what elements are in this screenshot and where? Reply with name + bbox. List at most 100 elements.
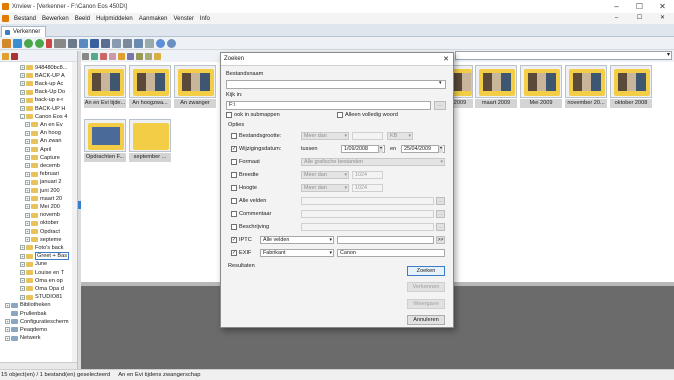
convert-icon[interactable] xyxy=(123,38,132,48)
description-input[interactable] xyxy=(301,223,434,231)
results-list[interactable] xyxy=(227,271,404,325)
expand-icon[interactable]: + xyxy=(25,130,30,136)
look-in-field[interactable]: F:\ xyxy=(226,101,431,110)
width-checkbox[interactable] xyxy=(231,172,237,178)
all-fields-input[interactable] xyxy=(301,197,434,205)
dialog-close-icon[interactable]: ✕ xyxy=(443,53,449,66)
thumbnail-item[interactable]: Mei 2009 xyxy=(520,65,562,109)
expand-icon[interactable]: + xyxy=(5,319,10,325)
calendar-dropdown-icon[interactable]: ▾ xyxy=(438,145,443,153)
iptc-field-select[interactable]: Alle velden ▾ xyxy=(260,236,334,244)
mdi-close-button[interactable]: ✕ xyxy=(651,13,674,24)
expand-icon[interactable]: + xyxy=(25,138,30,144)
new-folder-icon[interactable] xyxy=(118,53,125,60)
expand-icon[interactable]: + xyxy=(20,261,25,267)
thumbnail-item[interactable]: An en Evi tijde... xyxy=(84,65,126,109)
delete-icon[interactable] xyxy=(100,53,107,60)
iptc-more-button[interactable]: >> xyxy=(436,236,445,244)
print-icon[interactable] xyxy=(68,38,77,48)
format-checkbox[interactable] xyxy=(231,159,237,165)
filesize-unit-select[interactable]: KB ▾ xyxy=(387,132,413,140)
iptc-value-input[interactable] xyxy=(337,236,434,244)
open-icon[interactable] xyxy=(2,38,11,48)
menu-bewerken[interactable]: Bewerken xyxy=(39,16,72,22)
width-operator-select[interactable]: Meer dan ▾ xyxy=(301,171,349,179)
expand-icon[interactable]: + xyxy=(20,270,25,275)
tree-close-icon[interactable] xyxy=(11,52,18,60)
menu-bestand[interactable]: Bestand xyxy=(11,16,39,22)
expand-icon[interactable]: + xyxy=(20,81,25,87)
refresh-icon[interactable] xyxy=(91,53,98,60)
close-button[interactable]: ✕ xyxy=(651,0,674,13)
format-select[interactable]: Alle grafische bestanden ▾ xyxy=(301,158,445,166)
view-button[interactable]: Weergave xyxy=(407,299,445,309)
expand-icon[interactable]: + xyxy=(20,89,25,95)
back-icon[interactable] xyxy=(24,38,33,48)
filesize-checkbox[interactable] xyxy=(231,133,237,139)
slideshow-icon[interactable] xyxy=(101,38,110,48)
expand-icon[interactable]: + xyxy=(20,253,25,259)
subfolders-checkbox[interactable] xyxy=(226,112,232,118)
about-icon[interactable] xyxy=(167,38,176,48)
filesize-value-input[interactable] xyxy=(352,132,383,140)
comment-checkbox[interactable] xyxy=(231,211,237,217)
thumbnail-item[interactable]: An hoogzwa... xyxy=(129,65,171,109)
height-checkbox[interactable] xyxy=(231,185,237,191)
menu-hulpmiddelen[interactable]: Hulpmiddelen xyxy=(93,16,136,22)
save-icon[interactable] xyxy=(90,38,99,48)
exif-checkbox[interactable]: ✓ xyxy=(231,250,237,256)
star-icon[interactable] xyxy=(154,53,161,60)
sort-icon[interactable] xyxy=(145,53,152,60)
browse-button[interactable]: ... xyxy=(434,101,446,110)
expand-icon[interactable]: + xyxy=(20,278,25,284)
tree-horizontal-scrollbar[interactable] xyxy=(0,362,77,369)
thumbnail-item[interactable]: maart 2009 xyxy=(475,65,517,109)
expand-icon[interactable]: + xyxy=(20,73,25,79)
tree-item[interactable]: + Netwerk xyxy=(5,334,41,343)
expand-icon[interactable]: + xyxy=(20,65,25,70)
filename-combobox[interactable] xyxy=(226,80,446,89)
expand-icon[interactable]: + xyxy=(20,97,25,103)
expand-icon[interactable]: + xyxy=(5,335,10,341)
filename-dropdown-icon[interactable]: ▾ xyxy=(439,80,442,86)
view-mode-icon[interactable] xyxy=(54,38,66,48)
filter-icon[interactable] xyxy=(136,53,143,60)
forward-icon[interactable] xyxy=(35,38,44,48)
expand-icon[interactable]: + xyxy=(25,171,30,177)
all-fields-checkbox[interactable] xyxy=(231,198,237,204)
comment-input[interactable] xyxy=(301,210,434,218)
expand-icon[interactable]: + xyxy=(25,163,30,169)
exif-value-input[interactable]: Canon xyxy=(337,249,445,257)
browser-toggle-icon[interactable] xyxy=(13,38,22,48)
up-icon[interactable] xyxy=(82,53,89,60)
search-button[interactable]: Zoeken xyxy=(407,266,445,276)
cancel-button[interactable]: Annuleren xyxy=(407,315,445,325)
expand-icon[interactable]: + xyxy=(25,122,30,128)
thumbnail-item[interactable]: november 20... xyxy=(565,65,607,109)
tree-vertical-scrollbar[interactable] xyxy=(72,62,77,362)
collapse-icon[interactable]: - xyxy=(20,114,25,120)
mdi-restore-button[interactable]: ☐ xyxy=(628,13,651,24)
calendar-dropdown-icon[interactable]: ▾ xyxy=(378,145,383,153)
address-combobox[interactable]: ▾ xyxy=(455,51,672,60)
tab-verkenner[interactable]: Verkenner xyxy=(1,26,47,37)
description-checkbox[interactable] xyxy=(231,224,237,230)
move-icon[interactable] xyxy=(109,53,116,60)
menu-info[interactable]: Info xyxy=(197,16,213,22)
capture-icon[interactable] xyxy=(112,38,121,48)
expand-icon[interactable]: + xyxy=(25,196,30,202)
menu-aanmaken[interactable]: Aanmaken xyxy=(136,16,171,22)
chevron-down-icon[interactable]: ▾ xyxy=(667,51,670,58)
expand-icon[interactable]: + xyxy=(25,204,30,210)
scan-icon[interactable] xyxy=(79,38,88,48)
modified-date-checkbox[interactable]: ✓ xyxy=(231,146,237,152)
maximize-button[interactable]: ☐ xyxy=(628,0,651,13)
expand-icon[interactable]: + xyxy=(25,179,30,185)
minimize-button[interactable]: – xyxy=(605,0,628,13)
thumbnail-view-icon[interactable] xyxy=(127,53,134,60)
batch-icon[interactable] xyxy=(134,38,143,48)
filesize-operator-select[interactable]: Meer dan ▾ xyxy=(301,132,349,140)
thumbnail-item[interactable]: september ... xyxy=(129,119,171,163)
expand-icon[interactable]: + xyxy=(25,147,30,152)
expand-icon[interactable]: + xyxy=(25,229,30,234)
